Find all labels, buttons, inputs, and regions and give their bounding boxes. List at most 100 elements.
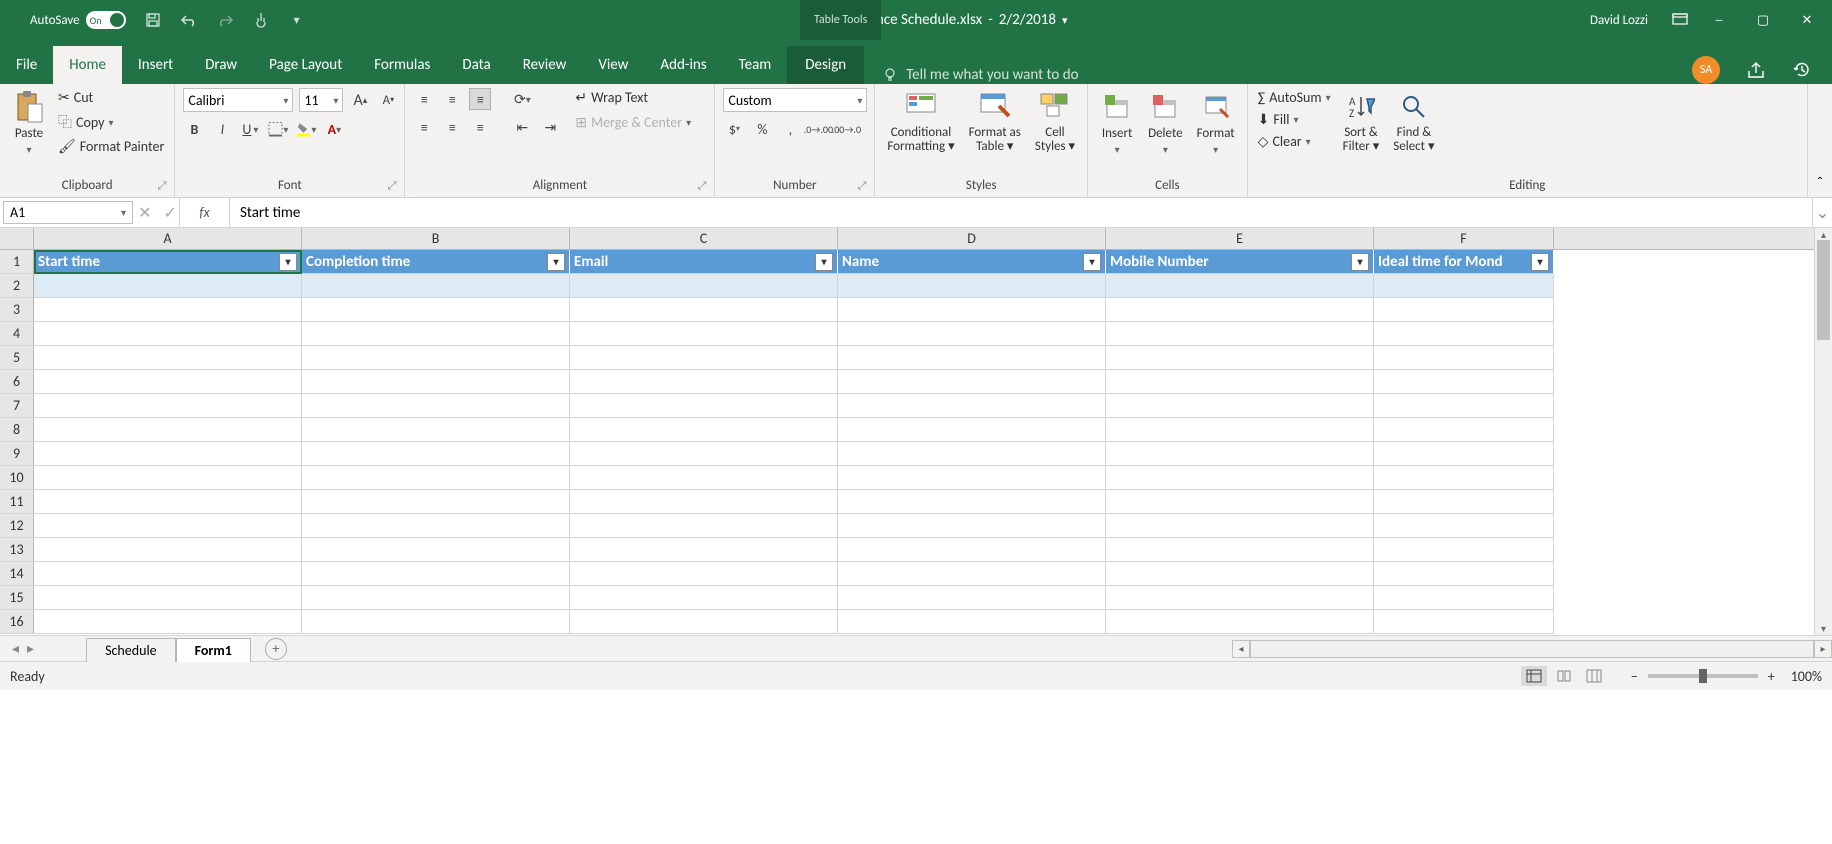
cell-B13[interactable] [302,538,570,562]
cell-F7[interactable] [1374,394,1554,418]
cell-E2[interactable] [1106,274,1374,298]
sheet-prev-icon[interactable]: ◂ [12,640,19,657]
delete-cells-button[interactable]: Delete▾ [1144,88,1187,158]
hscroll-track[interactable] [1250,640,1814,658]
tab-insert[interactable]: Insert [122,46,189,84]
row-header-7[interactable]: 7 [0,394,34,418]
cell-D2[interactable] [838,274,1106,298]
cell-E8[interactable] [1106,418,1374,442]
cell-D13[interactable] [838,538,1106,562]
row-header-9[interactable]: 9 [0,442,34,466]
qat-more-icon[interactable]: ▾ [288,11,306,29]
row-header-8[interactable]: 8 [0,418,34,442]
cell-B5[interactable] [302,346,570,370]
cell-C9[interactable] [570,442,838,466]
cell-F14[interactable] [1374,562,1554,586]
cell-D16[interactable] [838,610,1106,634]
cell-C8[interactable] [570,418,838,442]
history-icon[interactable] [1792,60,1812,80]
format-painter-button[interactable]: 🖌Format Painter [56,137,166,156]
cell-F5[interactable] [1374,346,1554,370]
cell-A14[interactable] [34,562,302,586]
cell-A4[interactable] [34,322,302,346]
cell-B12[interactable] [302,514,570,538]
align-right-icon[interactable]: ≡ [469,116,491,138]
filter-dropdown-icon[interactable]: ▾ [815,253,833,271]
column-header-F[interactable]: F [1374,228,1554,249]
cell-B3[interactable] [302,298,570,322]
cell-A7[interactable] [34,394,302,418]
cell-D3[interactable] [838,298,1106,322]
cell-A1[interactable]: Start time▾ [34,250,302,274]
cell-B9[interactable] [302,442,570,466]
cell-E14[interactable] [1106,562,1374,586]
row-header-5[interactable]: 5 [0,346,34,370]
cell-F8[interactable] [1374,418,1554,442]
tab-addins[interactable]: Add-ins [644,46,722,84]
cell-E3[interactable] [1106,298,1374,322]
font-size-selector[interactable]: 11▾ [299,88,343,112]
cell-C12[interactable] [570,514,838,538]
column-header-E[interactable]: E [1106,228,1374,249]
share-icon[interactable] [1746,61,1766,79]
tab-draw[interactable]: Draw [189,46,253,84]
add-sheet-button[interactable]: + [265,638,287,660]
column-header-B[interactable]: B [302,228,570,249]
cell-D10[interactable] [838,466,1106,490]
cell-C4[interactable] [570,322,838,346]
cell-F6[interactable] [1374,370,1554,394]
cell-C15[interactable] [570,586,838,610]
column-header-D[interactable]: D [838,228,1106,249]
tab-view[interactable]: View [582,46,644,84]
tab-review[interactable]: Review [507,46,583,84]
cell-A3[interactable] [34,298,302,322]
cell-B7[interactable] [302,394,570,418]
cell-A6[interactable] [34,370,302,394]
vertical-scrollbar[interactable]: ▴ ▾ [1814,228,1832,635]
cell-F9[interactable] [1374,442,1554,466]
cell-D14[interactable] [838,562,1106,586]
cell-F4[interactable] [1374,322,1554,346]
cell-E10[interactable] [1106,466,1374,490]
tab-home[interactable]: Home [53,46,122,84]
cell-F13[interactable] [1374,538,1554,562]
cell-E7[interactable] [1106,394,1374,418]
cell-B2[interactable] [302,274,570,298]
align-center-icon[interactable]: ≡ [441,116,463,138]
cell-F15[interactable] [1374,586,1554,610]
row-header-4[interactable]: 4 [0,322,34,346]
page-layout-view-icon[interactable] [1551,666,1577,686]
percent-icon[interactable]: % [751,118,773,140]
zoom-level[interactable]: 100% [1791,668,1822,685]
cancel-icon[interactable]: ✕ [138,203,151,223]
paste-button[interactable]: Paste ▾ [8,88,50,158]
wrap-text-button[interactable]: ↵Wrap Text [573,88,693,107]
decrease-indent-icon[interactable]: ⇤ [511,116,533,138]
tab-page-layout[interactable]: Page Layout [253,46,358,84]
tab-data[interactable]: Data [446,46,506,84]
font-dialog-icon[interactable]: ⤢ [388,179,397,193]
hscroll-left-icon[interactable]: ◂ [1232,640,1250,658]
filter-dropdown-icon[interactable]: ▾ [1351,253,1369,271]
row-header-12[interactable]: 12 [0,514,34,538]
zoom-out-button[interactable]: − [1631,668,1638,685]
cell-C5[interactable] [570,346,838,370]
row-header-15[interactable]: 15 [0,586,34,610]
copy-button[interactable]: ⿻Copy ▾ [56,111,166,133]
align-bottom-icon[interactable]: ≡ [469,88,491,110]
row-header-14[interactable]: 14 [0,562,34,586]
cell-B11[interactable] [302,490,570,514]
cell-D15[interactable] [838,586,1106,610]
grow-font-icon[interactable]: A▴ [349,89,371,111]
cell-B15[interactable] [302,586,570,610]
number-dialog-icon[interactable]: ⤢ [858,179,867,193]
cell-C11[interactable] [570,490,838,514]
enter-icon[interactable]: ✓ [164,203,177,223]
sheet-next-icon[interactable]: ▸ [27,640,34,657]
cell-B16[interactable] [302,610,570,634]
shrink-font-icon[interactable]: A▾ [377,89,399,111]
cell-C7[interactable] [570,394,838,418]
cell-styles-button[interactable]: CellStyles ▾ [1031,88,1079,156]
vscroll-thumb[interactable] [1817,240,1830,340]
sort-filter-button[interactable]: AZ Sort &Filter ▾ [1339,88,1384,156]
